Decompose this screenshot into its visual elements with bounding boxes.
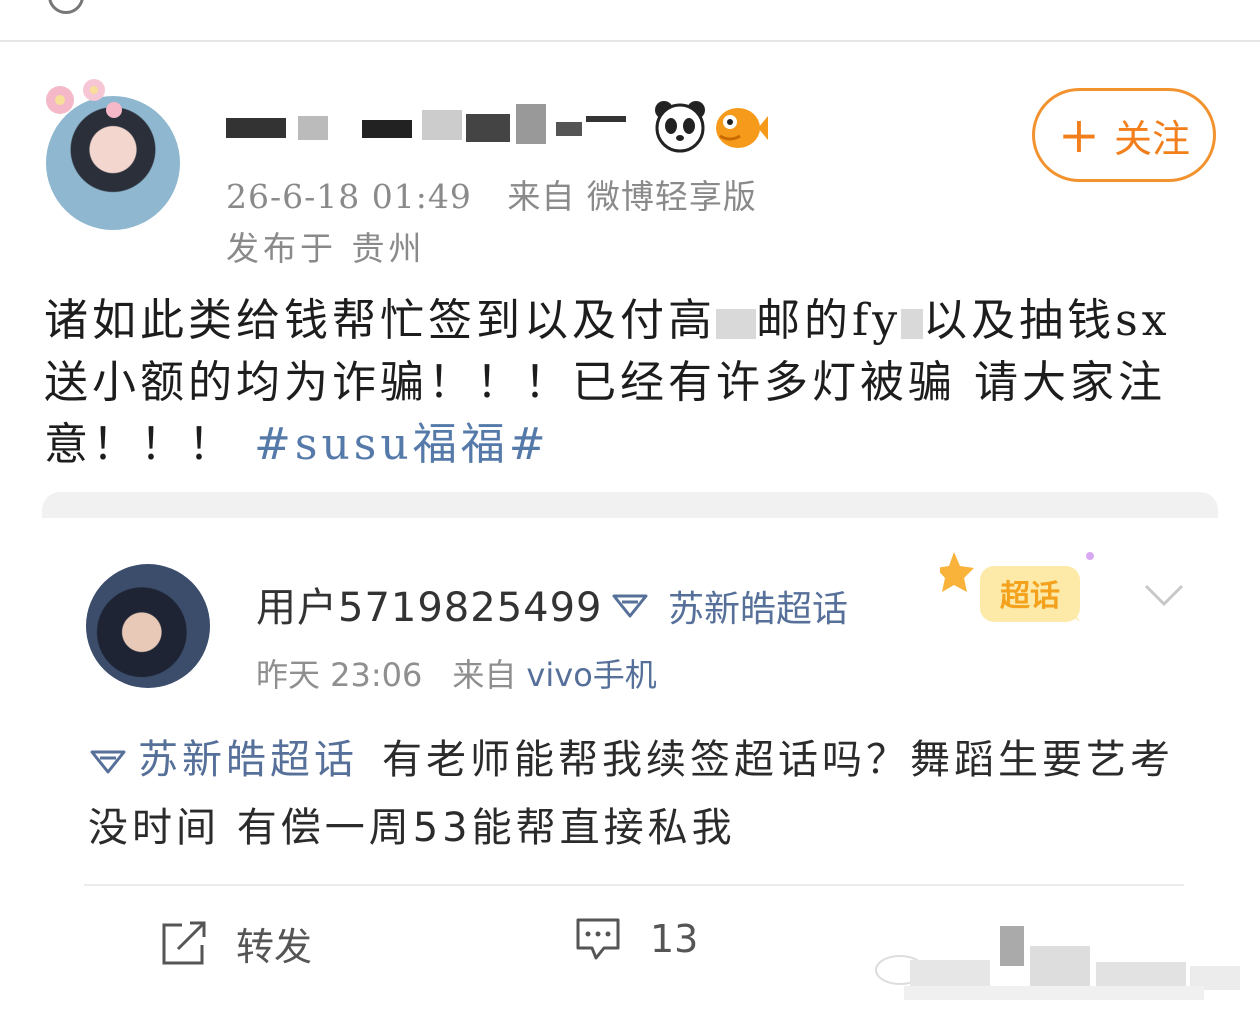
censor-blot (901, 308, 924, 339)
post-timestamp: 26-6-18 01:49 (226, 177, 472, 216)
action-divider (84, 884, 1184, 886)
quoted-topic-link[interactable]: 苏新皓超话 (88, 737, 358, 783)
post-meta: 26-6-18 01:49 来自 微博轻享版 (226, 170, 781, 218)
censor-blot (716, 308, 756, 339)
quoted-username[interactable]: 用户5719825499 (256, 575, 603, 633)
quoted-time: 昨天 23:06 (256, 656, 423, 694)
flower-decoration-icon (46, 79, 122, 118)
comment-button[interactable]: 13 (574, 916, 698, 962)
post-source: 来自 微博轻享版 (507, 177, 757, 216)
quoted-topic-label: 苏新皓超话 (138, 737, 358, 783)
post-text: 诸如此类给钱帮忙签到以及付高 邮的fy 以及抽钱sx送小额的均为诈骗！！！已经有许多… (44, 290, 1214, 476)
follow-button[interactable]: + 关注 (1032, 88, 1216, 182)
censored-watermark (875, 926, 1240, 1000)
supertopic-label: 苏新皓超话 (668, 589, 849, 630)
fish-emoji-icon (716, 108, 768, 148)
top-divider (0, 40, 1260, 42)
post-text-part: 邮的fy (756, 295, 902, 346)
plus-icon: + (1058, 106, 1100, 164)
quoted-text: 苏新皓超话 有老师能帮我续签超话吗？舞蹈生要艺考没时间 有偿一周53能帮直接私我 (88, 726, 1188, 862)
share-icon (162, 921, 206, 964)
quote-card-top (42, 492, 1218, 518)
badge-label: 超话 (1000, 579, 1060, 614)
panda-emoji-icon (655, 101, 705, 153)
diamond-icon (90, 750, 126, 774)
quoted-avatar[interactable] (86, 564, 210, 688)
share-label: 转发 (236, 925, 313, 969)
comment-icon (576, 918, 620, 960)
censored-username[interactable] (226, 104, 636, 150)
top-profile-icon[interactable] (48, 0, 84, 14)
diamond-icon (612, 594, 648, 618)
share-button[interactable]: 转发 (160, 916, 312, 971)
chevron-down-icon[interactable] (1142, 580, 1186, 610)
post-location: 发布于 贵州 (226, 229, 426, 268)
quoted-meta: 昨天 23:06 来自 vivo手机 (256, 650, 657, 696)
quoted-supertopic-link[interactable]: 苏新皓超话 (610, 580, 848, 632)
comment-count: 13 (650, 917, 699, 961)
hashtag-link[interactable]: #susu福福# (254, 419, 550, 470)
quoted-source[interactable]: vivo手机 (526, 656, 656, 694)
supertopic-badge-icon: 超话 (940, 552, 1094, 622)
follow-label: 关注 (1113, 116, 1190, 161)
post-text-part: 诸如此类给钱帮忙签到以及付高 (44, 295, 716, 346)
quoted-source-prefix: 来自 (452, 656, 517, 694)
